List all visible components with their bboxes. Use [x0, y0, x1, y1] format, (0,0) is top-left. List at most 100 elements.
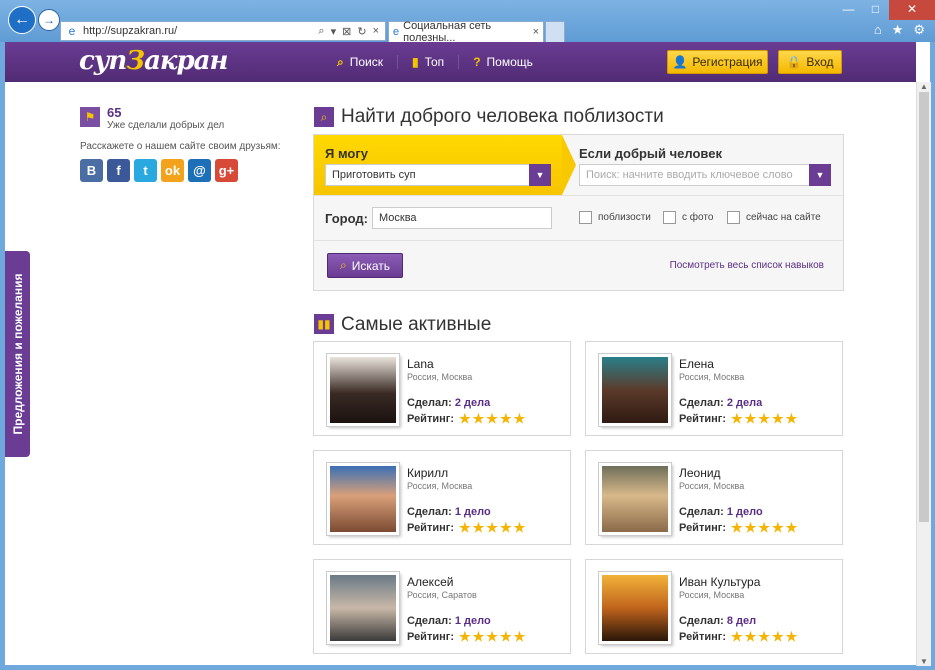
search-button-label: Искать — [351, 258, 391, 273]
user-card[interactable]: Иван Культура Россия, Москва Сделал: 8 дел… — [585, 559, 843, 654]
address-bar[interactable]: e http://supzakran.ru/ ⌕ ▾ ⊠ ↻ × — [60, 21, 386, 41]
rating-label: Рейтинг: — [407, 630, 454, 643]
mailru-share-button[interactable]: @ — [188, 159, 211, 182]
forward-button[interactable]: → — [38, 9, 60, 31]
scroll-up-icon[interactable]: ▲ — [917, 82, 931, 91]
favorites-icon[interactable]: ★ — [892, 22, 904, 38]
login-button[interactable]: 🔒 Вход — [778, 50, 842, 74]
star-icon: ★ — [785, 629, 798, 644]
new-tab-button[interactable] — [545, 21, 565, 42]
user-deeds: Сделал: 8 дел — [679, 615, 756, 627]
ie-icon: e — [68, 24, 76, 38]
browser-tab[interactable]: e Социальная сеть полезны... × — [388, 20, 544, 44]
checkbox-with-photo-label: с фото — [682, 212, 714, 223]
user-photo[interactable] — [327, 572, 399, 644]
user-photo[interactable] — [327, 463, 399, 535]
checkbox-box[interactable] — [663, 211, 676, 224]
scroll-thumb[interactable] — [919, 92, 929, 522]
back-arrow-icon: ← — [14, 11, 30, 28]
user-photo[interactable] — [327, 354, 399, 426]
can-select[interactable]: Приготовить суп ▼ — [325, 164, 551, 186]
if-search-input[interactable]: Поиск: начните вводить ключевое слово ▼ — [579, 164, 831, 186]
panel-divider — [314, 195, 843, 196]
user-photo[interactable] — [599, 354, 671, 426]
nav-help[interactable]: ? Помощь — [458, 55, 547, 69]
user-name[interactable]: Кирилл — [407, 466, 448, 480]
facebook-share-button[interactable]: f — [107, 159, 130, 182]
home-icon[interactable]: ⌂ — [874, 22, 882, 38]
star-icon: ★ — [472, 629, 485, 644]
deeds-count: 2 дела — [454, 397, 491, 409]
star-icon: ★ — [744, 520, 757, 535]
vk-share-button[interactable]: B — [80, 159, 103, 182]
can-select-value: Приготовить суп — [332, 169, 416, 181]
chevron-down-icon[interactable]: ▼ — [809, 164, 831, 186]
user-name[interactable]: Елена — [679, 357, 714, 371]
tab-title: Социальная сеть полезны... — [403, 20, 492, 44]
social-buttons: B f t ok @ g+ — [80, 159, 238, 182]
nav-help-label: Помощь — [486, 55, 533, 69]
googleplus-share-button[interactable]: g+ — [215, 159, 238, 182]
checkbox-box[interactable] — [727, 211, 740, 224]
close-window-button[interactable]: ✕ — [889, 0, 935, 20]
search-dropdown-icon[interactable]: ⌕ — [318, 25, 324, 38]
odnoklassniki-share-button[interactable]: ok — [161, 159, 184, 182]
star-icon: ★ — [499, 520, 512, 535]
dropdown-arrow-icon[interactable]: ▾ — [331, 25, 337, 38]
vertical-scrollbar[interactable]: ▲ ▼ — [916, 82, 931, 666]
login-label: Вход — [806, 55, 834, 69]
checkbox-with-photo[interactable]: с фото — [663, 211, 713, 224]
user-location: Россия, Москва — [679, 481, 745, 491]
register-button[interactable]: 👤 Регистрация — [667, 50, 768, 74]
user-card[interactable]: Кирилл Россия, Москва Сделал: 1 дело Рейтин… — [313, 450, 571, 545]
star-icon: ★ — [472, 520, 485, 535]
search-button[interactable]: ⌕ Искать — [327, 253, 403, 278]
user-name[interactable]: Иван Культура — [679, 575, 760, 589]
checkbox-nearby[interactable]: поблизости — [579, 211, 651, 224]
feedback-tab[interactable]: Предложения и пожелания — [5, 251, 30, 457]
refresh-icon[interactable]: ↻ — [357, 25, 366, 38]
can-label: Я могу — [325, 146, 368, 161]
tab-favicon-icon: e — [393, 26, 400, 38]
nav-search-label: Поиск — [349, 55, 383, 69]
user-card[interactable]: Lana Россия, Москва Сделал: 2 дела Рейтинг:… — [313, 341, 571, 436]
minimize-button[interactable]: — — [835, 0, 862, 20]
user-photo[interactable] — [599, 463, 671, 535]
stop-icon[interactable]: × — [373, 25, 379, 38]
good-deeds-label: Уже сделали добрых дел — [107, 120, 225, 131]
back-button[interactable]: ← — [8, 6, 36, 34]
user-name[interactable]: Lana — [407, 357, 434, 371]
bar-chart-icon: ▮▮ — [314, 314, 334, 334]
user-deeds: Сделал: 1 дело — [407, 615, 491, 627]
user-photo[interactable] — [599, 572, 671, 644]
settings-gear-icon[interactable]: ⚙ — [913, 22, 925, 38]
compat-view-icon[interactable]: ⊠ — [342, 25, 351, 38]
site-logo[interactable]: супЗакран — [79, 46, 229, 76]
star-icon: ★ — [771, 411, 784, 426]
chevron-down-icon[interactable]: ▼ — [529, 164, 551, 186]
nav-top[interactable]: ▮ Топ — [397, 55, 458, 69]
browser-tools: ⌂ ★ ⚙ — [874, 22, 925, 38]
maximize-button[interactable]: □ — [862, 0, 889, 20]
deeds-label: Сделал: — [679, 397, 724, 409]
checkbox-box[interactable] — [579, 211, 592, 224]
user-name[interactable]: Леонид — [679, 466, 721, 480]
star-icon: ★ — [513, 411, 526, 426]
all-skills-link[interactable]: Посмотреть весь список навыков — [670, 260, 824, 271]
user-card[interactable]: Леонид Россия, Москва Сделал: 1 дело Рейтин… — [585, 450, 843, 545]
scroll-down-icon[interactable]: ▼ — [917, 657, 931, 666]
rating-label: Рейтинг: — [407, 412, 454, 425]
rating-stars: ★ ★ ★ ★ ★ — [731, 412, 797, 425]
star-icon: ★ — [499, 411, 512, 426]
twitter-share-button[interactable]: t — [134, 159, 157, 182]
googleplus-icon: g+ — [218, 163, 235, 178]
user-name[interactable]: Алексей — [407, 575, 453, 589]
city-input[interactable]: Москва — [372, 207, 552, 229]
user-card[interactable]: Алексей Россия, Саратов Сделал: 1 дело Рейт… — [313, 559, 571, 654]
user-card[interactable]: Елена Россия, Москва Сделал: 2 дела Рейтинг… — [585, 341, 843, 436]
checkbox-online[interactable]: сейчас на сайте — [727, 211, 821, 224]
tab-close-icon[interactable]: × — [533, 26, 539, 38]
nav-search[interactable]: ⌕ Поиск — [323, 55, 397, 70]
deeds-count: 8 дел — [726, 615, 757, 627]
rating-label: Рейтинг: — [679, 521, 726, 534]
